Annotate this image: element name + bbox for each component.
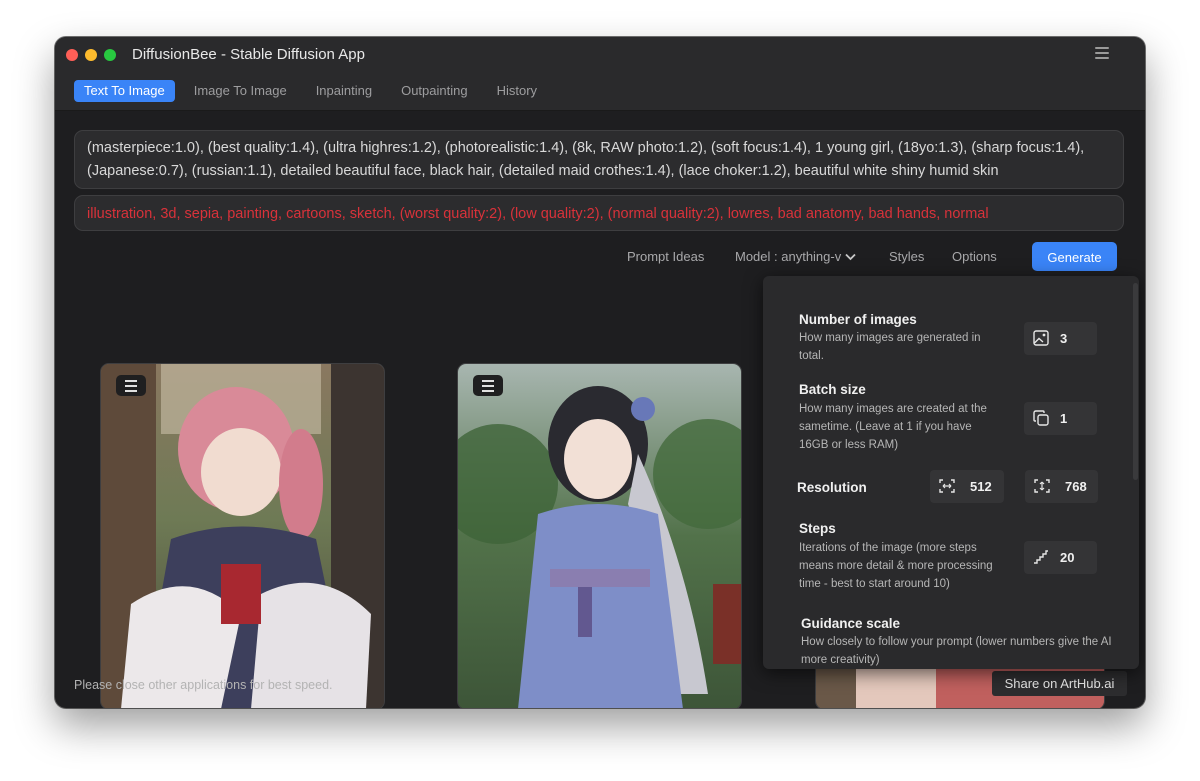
tab-history[interactable]: History: [497, 80, 552, 102]
guidance-desc: How closely to follow your prompt (lower…: [801, 636, 1112, 666]
steps-title: Steps: [799, 521, 836, 536]
num-images-desc: How many images are generated in total.: [799, 332, 981, 362]
maximize-window-button[interactable]: [104, 49, 116, 61]
batch-size-input[interactable]: 1: [1024, 402, 1097, 435]
resize-width-icon: [939, 478, 955, 494]
prompt-ideas-button[interactable]: Prompt Ideas: [627, 249, 704, 264]
generated-image-1[interactable]: [100, 363, 385, 708]
mode-tabs: Text To Image Image To Image Inpainting …: [74, 80, 566, 102]
options-scrollbar[interactable]: [1133, 283, 1138, 480]
resize-height-icon: [1034, 478, 1050, 494]
resolution-height-input[interactable]: 768: [1025, 470, 1098, 503]
resolution-height-value: 768: [1065, 479, 1087, 494]
app-title: DiffusionBee - Stable Diffusion App: [132, 46, 365, 63]
menu-icon[interactable]: [1095, 47, 1109, 59]
image-icon: [1033, 330, 1049, 346]
image-menu-button[interactable]: [473, 375, 503, 396]
resolution-title: Resolution: [797, 480, 867, 495]
minimize-window-button[interactable]: [85, 49, 97, 61]
resolution-width-value: 512: [970, 479, 992, 494]
num-images-input[interactable]: 3: [1024, 322, 1097, 355]
share-arthub-button[interactable]: Share on ArtHub.ai: [992, 671, 1127, 696]
tab-outpainting[interactable]: Outpainting: [401, 80, 483, 102]
steps-input[interactable]: 20: [1024, 541, 1097, 574]
num-images-value: 3: [1060, 331, 1068, 346]
guidance-title: Guidance scale: [801, 616, 901, 631]
title-bar: DiffusionBee - Stable Diffusion App Text…: [55, 37, 1145, 111]
steps-desc: Iterations of the image (more steps mean…: [799, 542, 993, 590]
generated-image-2[interactable]: [457, 363, 742, 708]
negative-prompt-input[interactable]: illustration, 3d, sepia, painting, carto…: [74, 195, 1124, 231]
steps-value: 20: [1060, 550, 1075, 565]
steps-icon: [1033, 549, 1049, 565]
num-images-title: Number of images: [799, 312, 917, 327]
chevron-down-icon: [845, 249, 856, 264]
options-button[interactable]: Options: [952, 249, 997, 264]
tab-inpainting[interactable]: Inpainting: [316, 80, 387, 102]
app-window: DiffusionBee - Stable Diffusion App Text…: [55, 37, 1145, 708]
tab-image-to-image[interactable]: Image To Image: [194, 80, 302, 102]
generate-button[interactable]: Generate: [1032, 242, 1117, 271]
batch-size-title: Batch size: [799, 382, 866, 397]
model-selector[interactable]: Model : anything-v: [735, 249, 856, 264]
model-label: Model : anything-v: [735, 249, 842, 264]
styles-button[interactable]: Styles: [889, 249, 924, 264]
resolution-width-input[interactable]: 512: [930, 470, 1004, 503]
status-message: Please close other applications for best…: [74, 678, 333, 692]
options-panel: Number of images How many images are gen…: [763, 276, 1139, 669]
batch-size-value: 1: [1060, 411, 1068, 426]
copy-icon: [1033, 410, 1049, 426]
batch-size-desc: How many images are created at the samet…: [799, 403, 987, 451]
tab-text-to-image[interactable]: Text To Image: [74, 80, 175, 102]
prompt-input[interactable]: (masterpiece:1.0), (best quality:1.4), (…: [74, 130, 1124, 189]
image-menu-button[interactable]: [116, 375, 146, 396]
close-window-button[interactable]: [66, 49, 78, 61]
